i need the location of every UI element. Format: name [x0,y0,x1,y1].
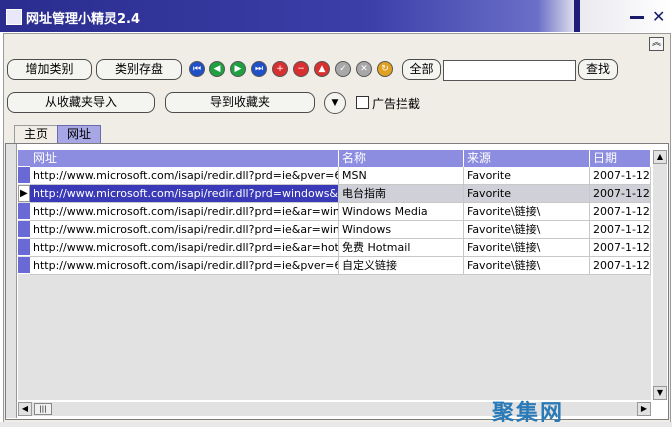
cell-date[interactable]: 2007-1-12 16 [590,185,651,203]
scroll-right-icon[interactable]: ▶ [637,402,651,416]
cell-name[interactable]: 电台指南 [339,185,464,203]
app-icon [6,9,22,25]
title-divider [574,0,580,32]
prev-icon[interactable]: ◀ [209,61,225,77]
cell-date[interactable]: 2007-1-12 16 [590,257,651,275]
scroll-thumb[interactable]: ||| [34,403,52,415]
search-button[interactable]: 查找 [578,59,618,80]
url-grid-panel: 网址 名称 来源 日期 http://www.microsoft.com/isa… [5,143,669,420]
edit-icon[interactable]: ✓ [335,61,351,77]
column-header-url[interactable]: 网址 [30,150,339,167]
import-favorites-button[interactable]: 从收藏夹导入 [7,92,155,113]
up-icon[interactable]: ▲ [314,61,330,77]
vertical-scrollbar[interactable]: ▲ ▼ [653,150,667,400]
cell-name[interactable]: 自定义链接 [339,257,464,275]
window-title: 网址管理小精灵2.4 [26,12,141,27]
row-selector[interactable] [18,203,30,220]
save-category-button[interactable]: 类别存盘 [96,59,182,80]
add-icon[interactable]: + [272,61,288,77]
cell-url[interactable]: http://www.microsoft.com/isapi/redir.dll… [30,257,339,275]
cell-date[interactable]: 2007-1-12 16 [590,167,651,185]
scroll-down-icon[interactable]: ▼ [653,386,667,400]
cancel-icon[interactable]: ✕ [356,61,372,77]
cell-url[interactable]: http://www.microsoft.com/isapi/redir.dll… [30,167,339,185]
cell-source[interactable]: Favorite\链接\ [464,257,590,275]
status-bar [0,422,672,427]
row-selector[interactable] [18,221,30,238]
row-selector[interactable] [18,257,30,274]
ad-block-label: 广告拦截 [372,97,421,111]
next-icon[interactable]: ▶ [230,61,246,77]
cell-date[interactable]: 2007-1-12 16 [590,203,651,221]
collapse-icon[interactable]: ︽ [649,37,664,51]
cell-url[interactable]: http://www.microsoft.com/isapi/redir.dll… [30,221,339,239]
tab-urls[interactable]: 网址 [57,125,101,143]
chevron-down-icon[interactable]: ▼ [324,92,346,114]
show-all-button[interactable]: 全部 [402,59,441,80]
minimize-icon[interactable] [630,16,644,19]
close-icon[interactable]: ✕ [652,7,665,26]
header-corner [18,150,30,167]
ad-block-checkbox[interactable] [356,96,369,109]
cell-source[interactable]: Favorite [464,185,590,203]
first-icon[interactable]: ⏮ [189,61,205,77]
cell-name[interactable]: Windows Media [339,203,464,221]
cell-name[interactable]: Windows [339,221,464,239]
row-pointer-icon: ▶ [20,188,28,199]
column-header-date[interactable]: 日期 [590,150,651,167]
scroll-left-icon[interactable]: ◀ [18,402,32,416]
current-row-indicator[interactable]: ▶ [18,185,30,202]
cell-name[interactable]: MSN [339,167,464,185]
cell-url[interactable]: http://www.microsoft.com/isapi/redir.dll… [30,203,339,221]
scroll-up-icon[interactable]: ▲ [653,150,667,164]
export-favorites-button[interactable]: 导到收藏夹 [165,92,315,113]
left-splitter[interactable] [6,144,17,418]
cell-date[interactable]: 2007-1-12 16 [590,221,651,239]
cell-source[interactable]: Favorite\链接\ [464,239,590,257]
column-header-source[interactable]: 来源 [464,150,590,167]
cell-url[interactable]: http://www.microsoft.com/isapi/redir.dll… [30,239,339,257]
cell-date[interactable]: 2007-1-12 16 [590,239,651,257]
cell-url[interactable]: http://www.microsoft.com/isapi/redir.dll… [30,185,339,203]
cell-name[interactable]: 免费 Hotmail [339,239,464,257]
url-table: 网址 名称 来源 日期 http://www.microsoft.com/isa… [18,150,651,400]
last-icon[interactable]: ⏭ [251,61,267,77]
row-selector[interactable] [18,239,30,256]
column-header-name[interactable]: 名称 [339,150,464,167]
cell-source[interactable]: Favorite\链接\ [464,221,590,239]
cell-source[interactable]: Favorite\链接\ [464,203,590,221]
title-bar: 网址管理小精灵2.4 ✕ [0,0,672,32]
add-category-button[interactable]: 增加类别 [7,59,92,80]
row-selector[interactable] [18,167,30,184]
cell-source[interactable]: Favorite [464,167,590,185]
tab-home[interactable]: 主页 [14,125,58,143]
search-input[interactable] [443,60,576,81]
refresh-icon[interactable]: ↻ [377,61,393,77]
remove-icon[interactable]: − [293,61,309,77]
